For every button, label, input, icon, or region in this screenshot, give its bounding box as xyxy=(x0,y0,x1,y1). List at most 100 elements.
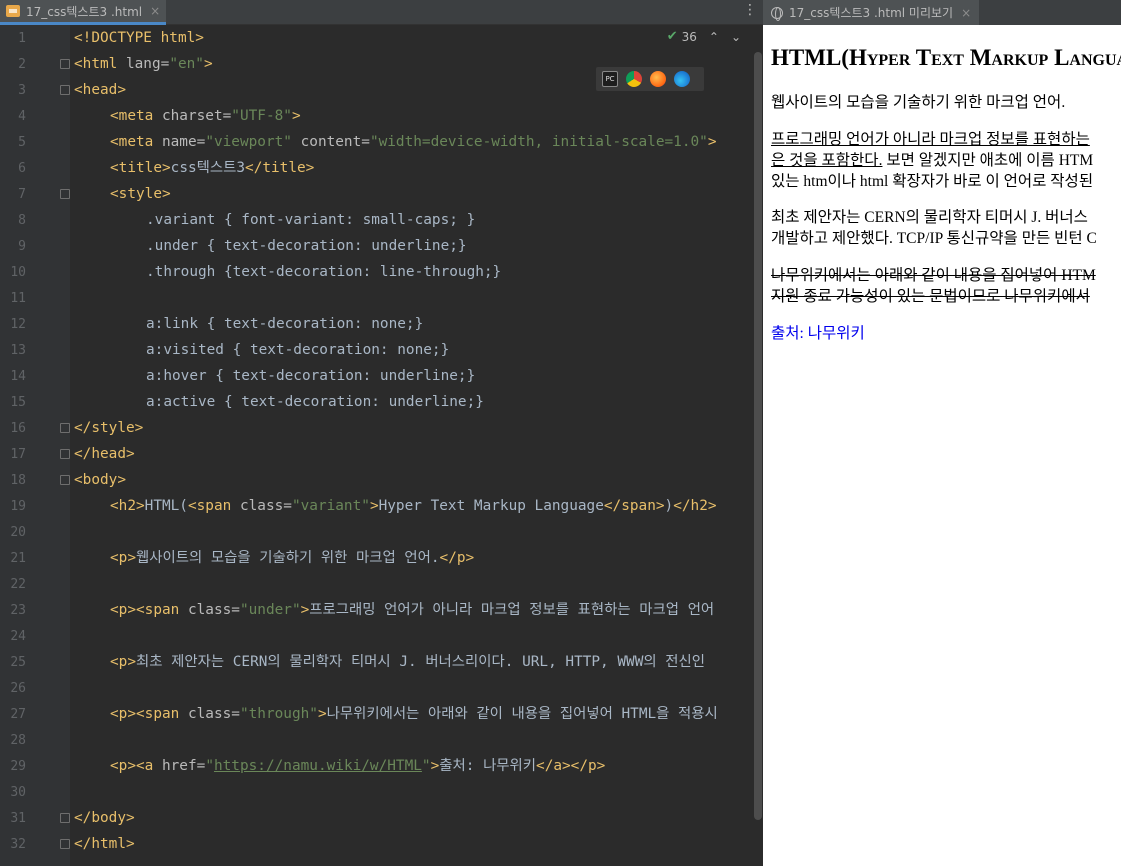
paragraph-text: 최초 제안자는 CERN의 물리학자 티머시 J. 버너스 xyxy=(771,209,1088,226)
code-token: ) xyxy=(664,498,674,514)
code-token: a:visited { text-decoration: none;} xyxy=(146,342,450,358)
fold-toggle-icon[interactable] xyxy=(60,423,70,433)
code-token: "en" xyxy=(169,56,204,72)
fold-toggle-icon[interactable] xyxy=(60,475,70,485)
strikethrough-text: 나무위키에서는 아래와 같이 내용을 집어넣어 HTM xyxy=(771,267,1096,284)
code-line: <p>웹사이트의 모습을 기술하기 위한 마크업 언어.</p> xyxy=(110,545,474,571)
code-line: .through {text-decoration: line-through;… xyxy=(146,259,501,285)
code-line: <title>css텍스트3</title> xyxy=(110,155,314,181)
code-line: .under { text-decoration: underline;} xyxy=(146,233,467,259)
line-number: 21 xyxy=(10,551,26,566)
inspection-widget[interactable]: ✔ 36 ⌃ ⌄ xyxy=(667,29,741,44)
code-token: .variant { font-variant: small-caps; } xyxy=(146,212,476,228)
preview-tab[interactable]: 17_css텍스트3 .html 미리보기 × xyxy=(763,0,980,25)
scrollbar-thumb[interactable] xyxy=(754,52,762,820)
code-token: </h2> xyxy=(673,498,717,514)
close-tab-icon[interactable]: × xyxy=(961,6,971,20)
code-token: Hyper Text Markup Language xyxy=(378,498,604,514)
code-editor[interactable]: 17_css텍스트3 .html × ⋮ 1 2 3 4 5 6 7 8 9 1… xyxy=(0,0,763,866)
check-icon: ✔ xyxy=(666,29,678,44)
line-number: 18 xyxy=(10,473,26,488)
firefox-icon[interactable] xyxy=(650,71,666,87)
editor-file-tab[interactable]: 17_css텍스트3 .html × xyxy=(0,0,167,25)
code-area[interactable]: ✔ 36 ⌃ ⌄ PC <!DOCTYPE html> <html lang="… xyxy=(70,25,753,866)
fold-toggle-icon[interactable] xyxy=(60,839,70,849)
editor-tab-label: 17_css텍스트3 .html xyxy=(26,4,143,19)
line-number: 7 xyxy=(18,187,26,202)
globe-icon xyxy=(771,6,783,21)
code-token: <p><span xyxy=(110,706,188,722)
code-token: 나무위키에서는 아래와 같이 내용을 집어넣어 HTML을 적용시 xyxy=(326,706,718,722)
line-number: 9 xyxy=(18,239,26,254)
line-number: 6 xyxy=(18,161,26,176)
code-line: .variant { font-variant: small-caps; } xyxy=(146,207,475,233)
code-token: .under { text-decoration: underline;} xyxy=(146,238,467,254)
heading-prefix: HTML( xyxy=(771,45,849,70)
paragraph-text: 개발하고 제안했다. TCP/IP 통신규약을 만든 빈턴 C xyxy=(771,230,1097,247)
preview-content: HTML(Hyper Text Markup Language 웹사이트의 모습… xyxy=(771,25,1121,866)
preview-heading: HTML(Hyper Text Markup Language xyxy=(771,45,1121,71)
paragraph-text: 웹사이트의 모습을 기술하기 위한 마크업 언어. xyxy=(771,94,1066,111)
code-token: <p> xyxy=(110,654,136,670)
code-line: <head> xyxy=(74,77,126,103)
more-options-icon[interactable]: ⋮ xyxy=(743,2,757,18)
source-link[interactable]: 출처: 나무위키 xyxy=(771,325,865,342)
html-file-icon xyxy=(6,5,20,17)
line-number: 2 xyxy=(18,57,26,72)
pycharm-icon[interactable]: PC xyxy=(602,71,618,87)
code-token: </html> xyxy=(74,836,135,852)
code-token: lang= xyxy=(125,56,170,72)
line-number: 22 xyxy=(10,577,26,592)
line-number: 26 xyxy=(10,681,26,696)
paragraph-text: 보면 알겠지만 애초에 이름 HTM xyxy=(882,152,1094,169)
code-token: </style> xyxy=(74,420,144,436)
code-token: </span> xyxy=(603,498,665,514)
code-line: <h2>HTML(<span class="variant">Hyper Tex… xyxy=(110,493,717,519)
browser-preview-bar: PC xyxy=(596,67,704,91)
fold-toggle-icon[interactable] xyxy=(60,59,70,69)
code-line: </html> xyxy=(74,831,135,857)
code-token: a:hover { text-decoration: underline;} xyxy=(146,368,476,384)
line-number: 32 xyxy=(10,837,26,852)
chrome-icon[interactable] xyxy=(626,71,642,87)
code-token: "under" xyxy=(239,602,301,618)
html-preview-pane[interactable]: 17_css텍스트3 .html 미리보기 × HTML(Hyper Text … xyxy=(763,0,1121,866)
code-token: css텍스트3 xyxy=(170,160,246,176)
line-number: 31 xyxy=(10,811,26,826)
code-token: "viewport" xyxy=(205,134,292,150)
chevron-down-icon[interactable]: ⌄ xyxy=(731,30,741,44)
line-number: 12 xyxy=(10,317,26,332)
underlined-text: 프로그래밍 언어가 아니라 마크업 정보를 표현하는 xyxy=(771,131,1090,148)
chevron-up-icon[interactable]: ⌃ xyxy=(709,30,719,44)
line-number: 20 xyxy=(10,525,26,540)
fold-toggle-icon[interactable] xyxy=(60,449,70,459)
line-number: 28 xyxy=(10,733,26,748)
code-token: > xyxy=(430,758,440,774)
close-tab-icon[interactable]: × xyxy=(150,4,160,18)
code-token: </a></p> xyxy=(536,758,606,774)
code-token: 프로그래밍 언어가 아니라 마크업 정보를 표현하는 마크업 언어 xyxy=(309,602,715,618)
fold-toggle-icon[interactable] xyxy=(60,813,70,823)
code-token: > xyxy=(369,498,379,514)
edge-icon[interactable] xyxy=(674,71,690,87)
preview-tab-bar: 17_css텍스트3 .html 미리보기 × xyxy=(763,0,1121,25)
fold-toggle-icon[interactable] xyxy=(60,189,70,199)
code-token: <body> xyxy=(74,472,126,488)
code-token: a:link { text-decoration: none;} xyxy=(146,316,424,332)
code-token: "UTF-8" xyxy=(231,108,292,124)
code-line: <p><span class="through">나무위키에서는 아래와 같이 … xyxy=(110,701,718,727)
code-token: class= xyxy=(187,602,240,618)
code-token: "width=device-width, initial-scale=1.0" xyxy=(369,134,708,150)
preview-paragraph: 출처: 나무위키 xyxy=(771,323,865,344)
code-token: a:active { text-decoration: underline;} xyxy=(146,394,484,410)
code-line: </style> xyxy=(74,415,143,441)
vertical-scrollbar[interactable] xyxy=(753,25,763,866)
code-url-token[interactable]: https://namu.wiki/w/HTML xyxy=(214,758,422,774)
code-token: <p><a xyxy=(110,758,162,774)
code-token: name= xyxy=(161,134,206,150)
code-line: a:hover { text-decoration: underline;} xyxy=(146,363,475,389)
code-token: </title> xyxy=(245,160,315,176)
code-line: <p><a href="https://namu.wiki/w/HTML">출처… xyxy=(110,753,605,779)
fold-toggle-icon[interactable] xyxy=(60,85,70,95)
code-line: a:link { text-decoration: none;} xyxy=(146,311,423,337)
